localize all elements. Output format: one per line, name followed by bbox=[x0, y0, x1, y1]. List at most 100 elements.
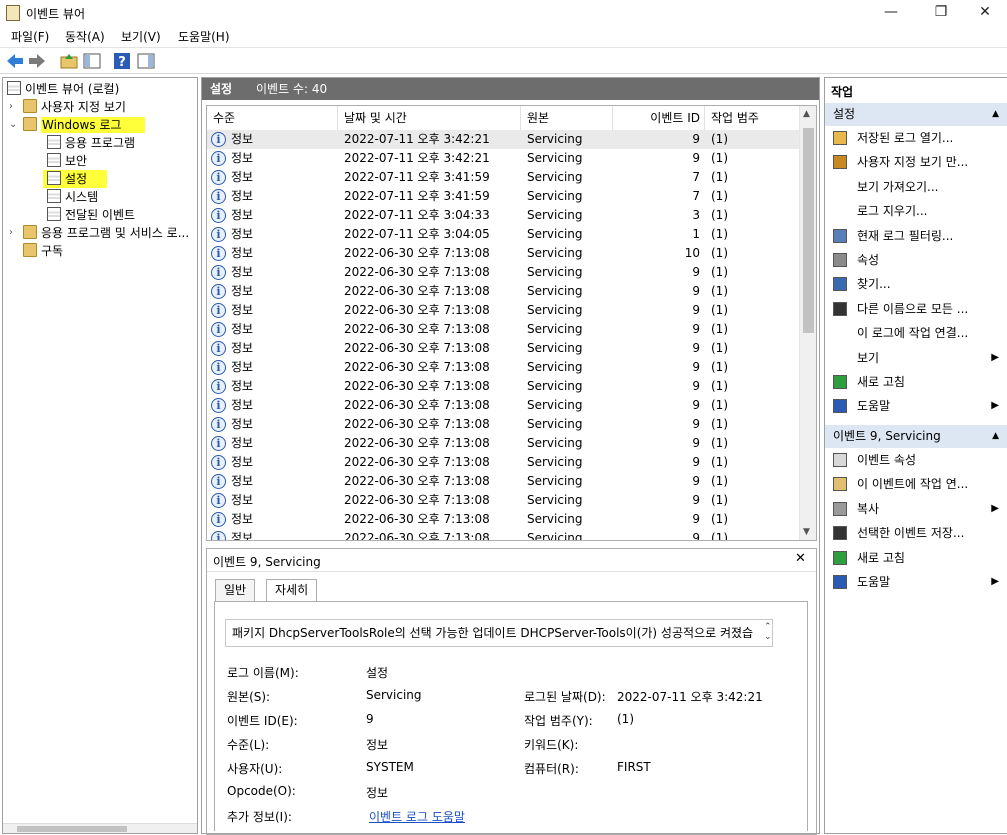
show-action-pane-icon[interactable] bbox=[136, 52, 156, 70]
scrollbar-thumb[interactable] bbox=[803, 128, 814, 333]
column-header-task-category[interactable]: 작업 범주 bbox=[705, 106, 801, 130]
table-row[interactable]: i 정보 2022-06-30 오후 7:13:08 Servicing 9 (1) bbox=[207, 263, 801, 282]
action-item[interactable]: 이 이벤트에 작업 연... bbox=[825, 472, 1007, 496]
column-header-event-id[interactable]: 이벤트 ID bbox=[613, 106, 705, 130]
show-hide-tree-icon[interactable] bbox=[82, 52, 102, 70]
table-row[interactable]: i 정보 2022-07-11 오후 3:42:21 Servicing 9 (1) bbox=[207, 149, 801, 168]
action-item[interactable]: 저장된 로그 열기... bbox=[825, 126, 1007, 150]
action-item[interactable]: 이 로그에 작업 연결... bbox=[825, 321, 1007, 345]
cell-event-id: 9 bbox=[692, 322, 700, 336]
tree-item-apps-services[interactable]: › 응용 프로그램 및 서비스 로... bbox=[9, 224, 189, 242]
action-item[interactable]: 도움말 ▶ bbox=[825, 394, 1007, 418]
action-item[interactable]: 복사 ▶ bbox=[825, 497, 1007, 521]
tree-item-event-viewer-local[interactable]: 이벤트 뷰어 (로컬) bbox=[7, 80, 119, 98]
collapse-arrow-icon[interactable]: ▲ bbox=[992, 103, 999, 126]
event-message[interactable]: 패키지 DhcpServerToolsRole의 선택 가능한 업데이트 DHC… bbox=[225, 619, 773, 647]
chevron-right-icon[interactable]: › bbox=[9, 224, 21, 242]
action-item[interactable]: 속성 bbox=[825, 248, 1007, 272]
close-detail-icon[interactable]: ✕ bbox=[795, 551, 806, 566]
chevron-right-icon[interactable]: › bbox=[9, 98, 21, 116]
table-row[interactable]: i 정보 2022-06-30 오후 7:13:08 Servicing 10 (1) bbox=[207, 244, 801, 263]
table-row[interactable]: i 정보 2022-07-11 오후 3:04:05 Servicing 1 (1) bbox=[207, 225, 801, 244]
table-row[interactable]: i 정보 2022-06-30 오후 7:13:08 Servicing 9 (1) bbox=[207, 415, 801, 434]
minimize-button[interactable]: — bbox=[868, 0, 914, 26]
table-row[interactable]: i 정보 2022-06-30 오후 7:13:08 Servicing 9 (1) bbox=[207, 377, 801, 396]
action-item[interactable]: 로그 지우기... bbox=[825, 199, 1007, 223]
action-item[interactable]: 다른 이름으로 모든 ... bbox=[825, 297, 1007, 321]
scroll-up-arrow-icon[interactable]: ▲ bbox=[803, 109, 810, 119]
table-row[interactable]: i 정보 2022-06-30 오후 7:13:08 Servicing 9 (1) bbox=[207, 339, 801, 358]
column-header-source[interactable]: 원본 bbox=[521, 106, 613, 130]
action-item[interactable]: 찾기... bbox=[825, 272, 1007, 296]
section-setup[interactable]: 설정 ▲ bbox=[825, 103, 1007, 126]
collapse-arrow-icon[interactable]: ▲ bbox=[992, 425, 999, 448]
tree-item-windows-logs[interactable]: ⌄ Windows 로그 bbox=[9, 116, 146, 134]
help-icon[interactable]: ? bbox=[112, 52, 132, 70]
up-folder-icon[interactable] bbox=[59, 52, 79, 70]
tab-general[interactable]: 일반 bbox=[215, 579, 256, 601]
tree-item-application[interactable]: 응용 프로그램 bbox=[47, 134, 135, 152]
scroll-down-arrow-icon[interactable]: ▼ bbox=[803, 527, 810, 537]
cell-source: Servicing bbox=[527, 379, 583, 393]
tree-horizontal-scrollbar[interactable] bbox=[3, 823, 197, 833]
menu-view[interactable]: 보기(V) bbox=[121, 28, 161, 45]
table-row[interactable]: i 정보 2022-06-30 오후 7:13:08 Servicing 9 (1) bbox=[207, 301, 801, 320]
tree-item-subscriptions[interactable]: 구독 bbox=[23, 242, 63, 260]
maximize-button[interactable]: ❐ bbox=[918, 0, 964, 26]
cell-source: Servicing bbox=[527, 189, 583, 203]
message-scroll-icon[interactable]: ⌃ ⌄ bbox=[764, 622, 772, 642]
chevron-down-icon[interactable]: ⌄ bbox=[9, 116, 21, 134]
column-header-level[interactable]: 수준 bbox=[207, 106, 338, 130]
table-row[interactable]: i 정보 2022-06-30 오후 7:13:08 Servicing 9 (1) bbox=[207, 434, 801, 453]
action-item[interactable]: 새로 고침 bbox=[825, 370, 1007, 394]
action-item[interactable]: 현재 로그 필터링... bbox=[825, 224, 1007, 248]
tree-item-custom-views[interactable]: › 사용자 지정 보기 bbox=[9, 98, 126, 116]
action-item[interactable]: 보기 가져오기... bbox=[825, 175, 1007, 199]
value-computer: FIRST bbox=[617, 760, 651, 774]
table-row[interactable]: i 정보 2022-06-30 오후 7:13:08 Servicing 9 (1) bbox=[207, 320, 801, 339]
menu-file[interactable]: 파일(F) bbox=[11, 28, 49, 45]
tree-item-forwarded-events[interactable]: 전달된 이벤트 bbox=[47, 206, 135, 224]
cell-datetime: 2022-06-30 오후 7:13:08 bbox=[344, 341, 490, 355]
cell-datetime: 2022-06-30 오후 7:13:08 bbox=[344, 322, 490, 336]
table-row[interactable]: i 정보 2022-06-30 오후 7:13:08 Servicing 9 (1) bbox=[207, 491, 801, 510]
action-item[interactable]: 선택한 이벤트 저장... bbox=[825, 521, 1007, 545]
actions-pane: 작업 설정 ▲ 저장된 로그 열기... 사용자 지정 보기 만... 보기 가져오… bbox=[824, 77, 1007, 834]
cell-source: Servicing bbox=[527, 322, 583, 336]
close-window-button[interactable]: ✕ bbox=[962, 0, 1007, 26]
tab-details[interactable]: 자세히 bbox=[266, 579, 318, 601]
table-row[interactable]: i 정보 2022-06-30 오후 7:13:08 Servicing 9 (1) bbox=[207, 358, 801, 377]
tree-item-security[interactable]: 보안 bbox=[47, 152, 87, 170]
table-row[interactable]: i 정보 2022-07-11 오후 3:42:21 Servicing 9 (1) bbox=[207, 130, 801, 149]
table-row[interactable]: i 정보 2022-06-30 오후 7:13:08 Servicing 9 (1) bbox=[207, 510, 801, 529]
action-item[interactable]: 사용자 지정 보기 만... bbox=[825, 150, 1007, 174]
menu-action[interactable]: 동작(A) bbox=[65, 28, 105, 45]
tree-item-setup[interactable]: 설정 bbox=[43, 170, 108, 188]
table-row[interactable]: i 정보 2022-07-11 오후 3:41:59 Servicing 7 (1) bbox=[207, 187, 801, 206]
action-item[interactable]: 보기 ▶ bbox=[825, 346, 1007, 370]
table-row[interactable]: i 정보 2022-06-30 오후 7:13:08 Servicing 9 (1) bbox=[207, 472, 801, 491]
tree-item-system[interactable]: 시스템 bbox=[47, 188, 98, 206]
table-row[interactable]: i 정보 2022-07-11 오후 3:41:59 Servicing 7 (1) bbox=[207, 168, 801, 187]
action-item[interactable]: 새로 고침 bbox=[825, 546, 1007, 570]
action-item[interactable]: 이벤트 속성 bbox=[825, 448, 1007, 472]
info-icon: i bbox=[211, 417, 226, 432]
section-event[interactable]: 이벤트 9, Servicing ▲ bbox=[825, 425, 1007, 448]
cell-event-id: 9 bbox=[692, 132, 700, 146]
log-header: 설정 이벤트 수: 40 bbox=[202, 78, 819, 100]
event-log-help-link[interactable]: 이벤트 로그 도움말 bbox=[369, 808, 465, 825]
table-row[interactable]: i 정보 2022-06-30 오후 7:13:08 Servicing 9 (1) bbox=[207, 282, 801, 301]
menu-help[interactable]: 도움말(H) bbox=[178, 28, 230, 45]
action-item[interactable]: 도움말 ▶ bbox=[825, 570, 1007, 594]
scrollbar-thumb[interactable] bbox=[17, 826, 127, 832]
cell-task-category: (1) bbox=[711, 227, 728, 241]
forward-arrow-icon[interactable] bbox=[27, 52, 47, 70]
table-row[interactable]: i 정보 2022-06-30 오후 7:13:08 Servicing 9 (1) bbox=[207, 396, 801, 415]
column-header-datetime[interactable]: 날짜 및 시간 bbox=[338, 106, 521, 130]
event-list-scrollbar[interactable]: ▲ ▼ bbox=[799, 106, 816, 540]
table-row[interactable]: i 정보 2022-07-11 오후 3:04:33 Servicing 3 (1) bbox=[207, 206, 801, 225]
table-row[interactable]: i 정보 2022-06-30 오후 7:13:08 Servicing 9 (1) bbox=[207, 529, 801, 540]
back-arrow-icon[interactable] bbox=[5, 52, 25, 70]
cell-event-id: 1 bbox=[692, 227, 700, 241]
table-row[interactable]: i 정보 2022-06-30 오후 7:13:08 Servicing 9 (1) bbox=[207, 453, 801, 472]
